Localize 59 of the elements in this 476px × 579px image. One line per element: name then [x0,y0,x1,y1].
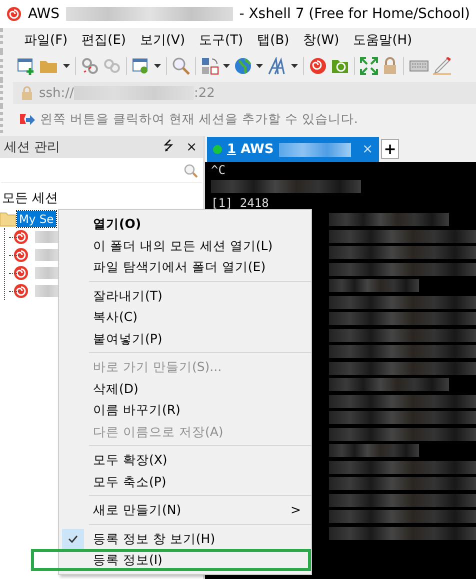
spiral-icon [13,247,29,263]
dropdown-caret-icon[interactable] [63,64,70,68]
spiral-icon [13,283,29,299]
context-menu-item[interactable]: 등록 정보 창 보기(H) [59,528,311,549]
window-title: - Xshell 7 (Free for Home/School) [239,6,470,22]
settings-icon[interactable] [132,57,150,75]
menu-item[interactable]: 편집(E) [74,28,133,52]
context-menu-item[interactable]: 이 폴더 내의 모든 세션 열기(L) [59,234,311,256]
tree-item[interactable]: 모든 세션 [0,185,58,209]
menu-item[interactable]: 창(W) [296,28,346,52]
layout-icon[interactable] [201,57,219,75]
context-menu-item[interactable]: 복사(C) [59,306,311,328]
terminal-text: ^C [211,163,226,178]
search-icon [184,164,198,178]
dropdown-caret-icon[interactable] [154,64,161,68]
context-menu-item[interactable]: 삭제(D) [59,378,311,399]
context-menu-item[interactable]: 잘라내기(T) [59,284,311,306]
window-title: AWS [28,6,60,22]
context-menu-item[interactable]: 열기(O) [59,213,311,234]
dropdown-caret-icon[interactable] [223,64,230,68]
menu-item[interactable]: 탭(B) [250,28,296,52]
context-menu-item[interactable]: 등록 정보(I) [31,549,311,570]
new-tab-button[interactable]: + [381,139,399,159]
context-menu-item[interactable]: 모두 확장(X) [59,449,311,470]
dropdown-caret-icon[interactable] [291,64,298,68]
spiral-icon [13,229,29,245]
context-menu-item[interactable]: 파일 탐색기에서 폴더 열기(E) [59,256,311,278]
context-menu-item[interactable]: 이름 바꾸기(R) [59,399,311,420]
menu-item[interactable]: 도움말(H) [346,28,420,52]
app-logo-icon [6,6,22,22]
new-session-icon[interactable] [17,57,35,75]
dropdown-caret-icon[interactable] [256,64,263,68]
lock-icon[interactable] [382,57,398,75]
search-icon[interactable] [172,57,190,75]
terminal-text: [1] 2418 [211,196,269,210]
spiral-icon[interactable] [309,57,327,75]
disconnect-icon[interactable] [81,57,99,75]
globe-icon[interactable] [234,57,252,75]
context-menu-item[interactable]: 새로 만들기(N) > [59,499,311,520]
keyboard-icon[interactable] [409,59,429,73]
panel-title: 세션 관리 [4,139,62,156]
context-menu-item[interactable]: 모두 축소(P) [59,470,311,492]
refresh-folder-icon[interactable] [331,58,349,74]
session-tab[interactable]: 1 AWS × [207,137,379,162]
lock-icon [21,86,33,100]
menu-item[interactable]: 파일(F) [17,28,75,52]
menu-item[interactable]: 도구(T) [192,28,250,52]
flag-arrow-icon [19,112,35,126]
spiral-icon [13,265,29,281]
context-menu-item[interactable]: 붙여넣기(P) [59,328,311,349]
folder-icon [0,210,16,226]
font-icon[interactable] [267,57,287,75]
fullscreen-icon[interactable] [360,57,378,75]
tree-item[interactable]: My Se [17,210,56,226]
hint-text: 왼쪽 버튼을 클릭하여 현재 세션을 추가할 수 있습니다. [40,111,358,128]
close-button[interactable]: × [184,140,199,154]
pin-button[interactable]: ⭍ [161,136,176,158]
pen-icon[interactable] [433,57,451,75]
menu-item[interactable]: 보기(V) [132,28,192,52]
